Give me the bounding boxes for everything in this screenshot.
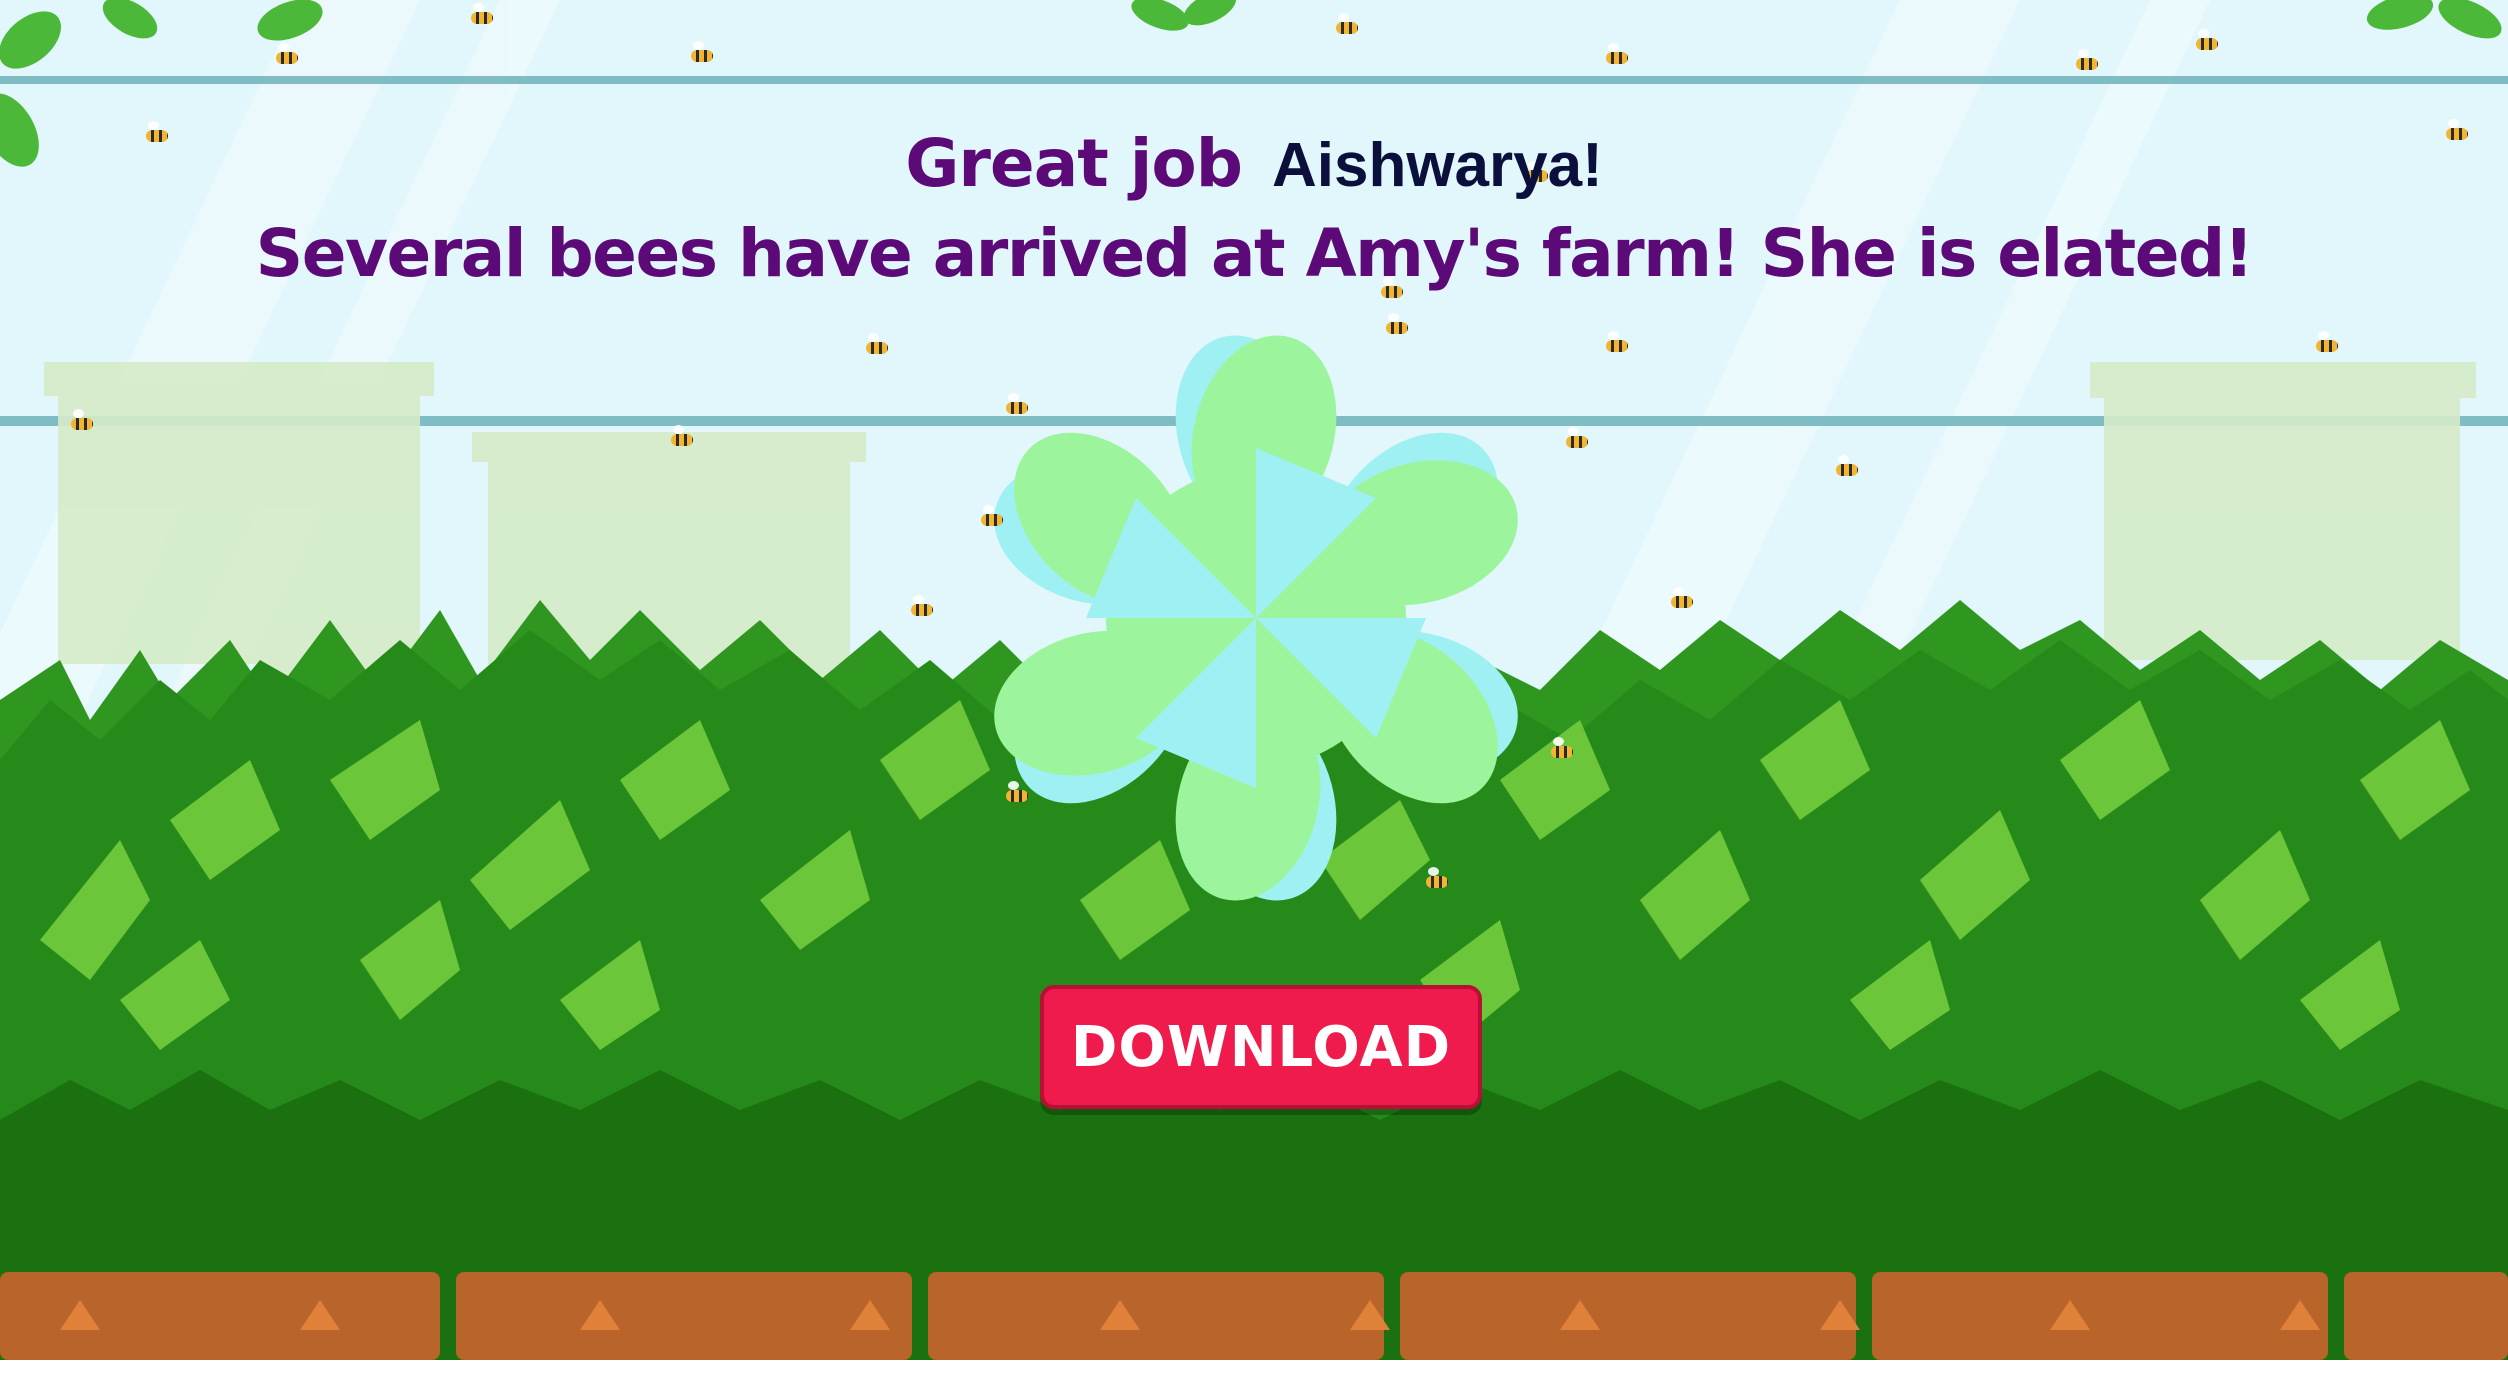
bee-icon [465,3,495,24]
bee-icon [665,425,695,446]
bee-icon [65,409,95,430]
vine-top-right [2366,0,2502,39]
result-message: Several bees have arrived at Amy's farm!… [255,215,2254,292]
bee-icon [1420,867,1450,888]
soil-planters [0,1272,2508,1360]
farm-background [0,0,2508,1360]
bee-icon [2190,29,2220,50]
top-rail [0,76,2508,84]
player-name: Aishwarya! [1271,131,1603,200]
beehive-right [2090,362,2476,660]
greeting-text: Great job [905,125,1243,202]
bee-icon [1830,455,1860,476]
greeting-line: Great job Aishwarya! [0,125,2508,202]
bee-icon [270,43,300,64]
bee-icon [2310,331,2340,352]
bee-icon [1000,781,1030,802]
bee-icon [905,595,935,616]
download-button[interactable]: DOWNLOAD [1040,985,1482,1109]
bee-icon [860,333,890,354]
bee-icon [1560,427,1590,448]
bee-icon [1000,393,1030,414]
bee-icon [1665,587,1695,608]
game-scene: Great job Aishwarya! Several bees have ar… [0,0,2508,1360]
bee-icon [1600,331,1630,352]
bee-icon [2070,49,2100,70]
vine-top-center [1131,0,1237,31]
bee-icon [1545,737,1575,758]
bee-icon [1380,313,1410,334]
bee-icon [975,505,1005,526]
bee-icon [1330,13,1360,34]
bee-icon [685,41,715,62]
bee-icon [1600,43,1630,64]
